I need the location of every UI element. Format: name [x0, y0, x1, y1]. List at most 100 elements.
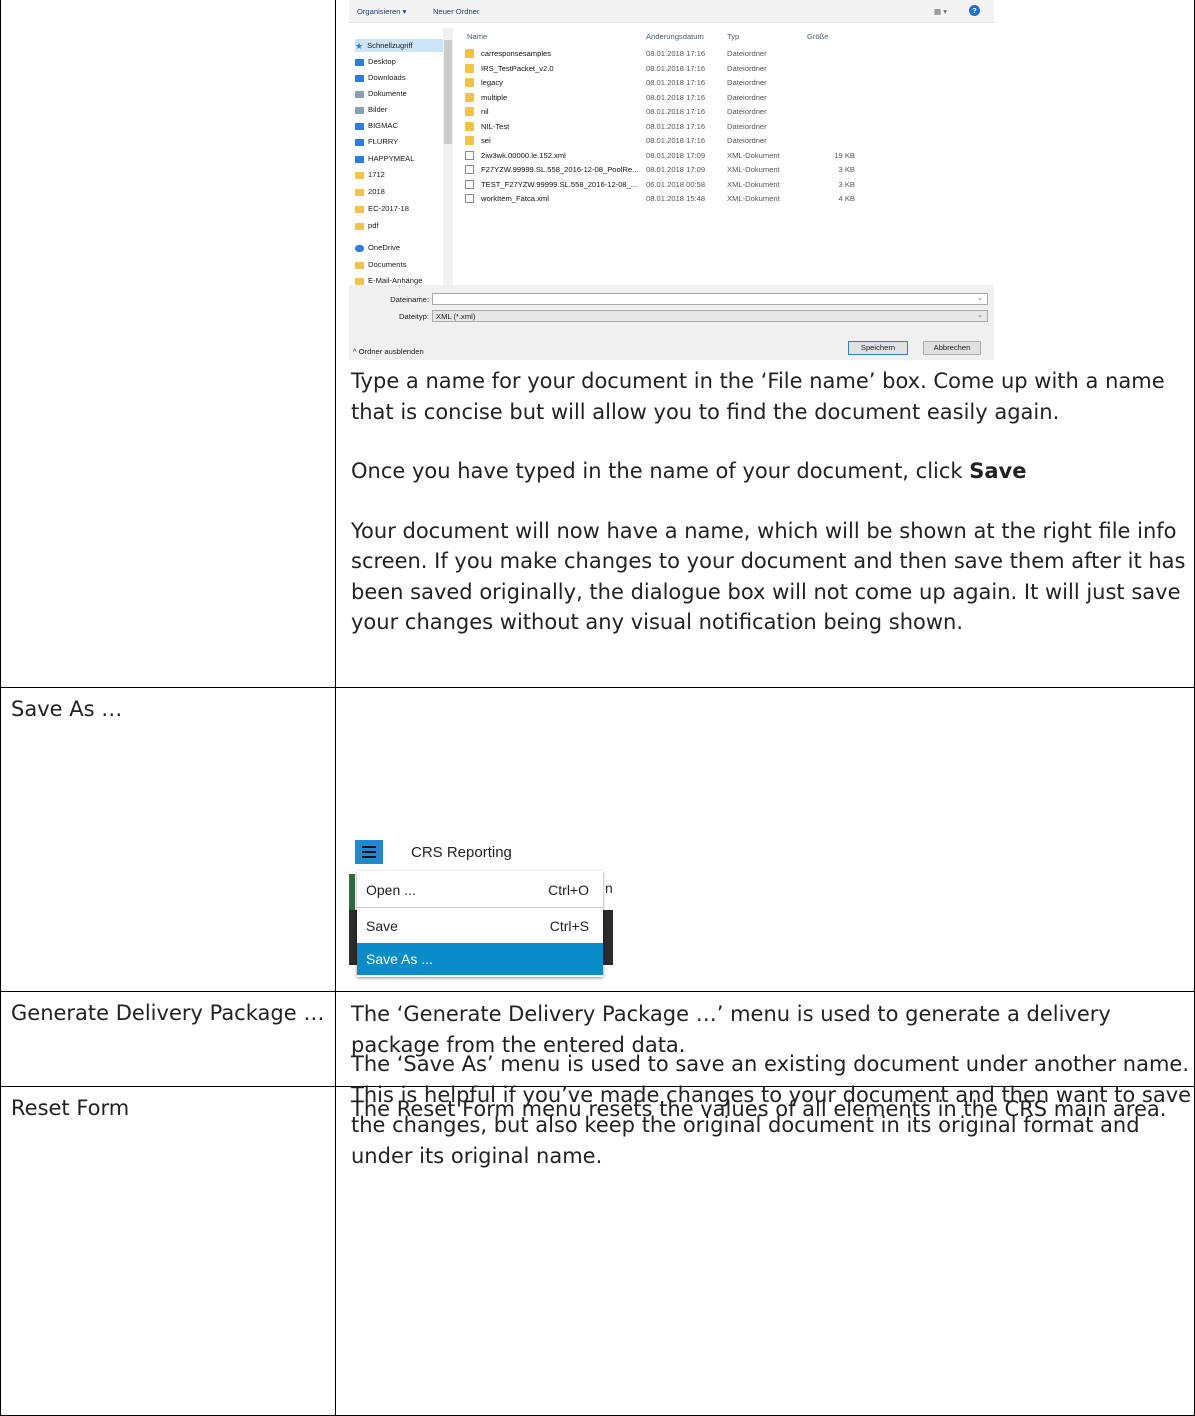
file-row[interactable]: IRS_TestPacket_v2.0 08.01.2018 17:16 Datei… [455, 62, 994, 76]
folder-icon [465, 136, 474, 145]
nav-item-downloads[interactable]: Downloads [355, 71, 406, 84]
filetype-select[interactable]: XML (*.xml) ⌄ [432, 310, 988, 322]
nav-item-flurry[interactable]: FLURRY [355, 135, 398, 148]
folder-icon [465, 121, 474, 131]
desktop-icon [355, 58, 364, 66]
xml-file-icon [465, 150, 474, 160]
column-size[interactable]: Größe [807, 32, 829, 41]
nav-item-documents[interactable]: Dokumente [355, 87, 407, 100]
file-row[interactable]: 2iw3wk.00000.le.152.xml 08.01.2018 17:09 X… [455, 149, 994, 163]
column-type[interactable]: Typ [727, 32, 739, 41]
crs-menu-screenshot: CRS Reporting n Open ... Ctrl+O Save Ctrl+… [349, 828, 613, 982]
file-row[interactable]: legacy 08.01.2018 17:16 Dateiordner [455, 76, 994, 90]
file-name: IRS_TestPacket_v2.0 [481, 63, 554, 73]
save-button[interactable]: Speichern [848, 341, 908, 355]
hide-folders-toggle[interactable]: ^ Ordner ausblenden [353, 347, 424, 356]
pictures-icon [355, 106, 364, 114]
file-row[interactable]: workItem_Fatca.xml 08.01.2018 15:48 XML-Do… [455, 192, 994, 206]
computer-icon [355, 138, 364, 146]
menu-item-open[interactable]: Open ... Ctrl+O [357, 874, 603, 906]
file-date: 08.01.2018 17:16 [646, 49, 706, 58]
nav-item-bigmac[interactable]: BIGMAC [355, 119, 398, 132]
file-name: F27YZW.99999.SL.558_2016-12-08_PoolRe... [481, 165, 639, 174]
file-row[interactable]: nil 08.01.2018 17:16 Dateiordner [455, 105, 994, 119]
nav-item-happymeal[interactable]: HAPPYMEAL [355, 152, 414, 165]
nav-item-pictures[interactable]: Bilder [355, 103, 387, 116]
file-name: nil [481, 107, 489, 116]
nav-item-onedrive-documents[interactable]: Documents [355, 258, 406, 271]
chevron-down-icon[interactable]: ⌄ [977, 311, 983, 319]
cloud-icon [355, 244, 364, 252]
file-menu-dropdown: Open ... Ctrl+O Save Ctrl+S Save As ... [357, 871, 603, 977]
menu-divider [357, 907, 603, 908]
background-strip [349, 874, 355, 910]
view-options-icon[interactable]: ▦ ▾ [934, 7, 947, 16]
chevron-down-icon[interactable]: ⌄ [977, 294, 983, 302]
paragraph-file-name: Type a name for your document in the ‘Fi… [351, 369, 1165, 424]
folder-icon [355, 261, 364, 269]
background-partial-text: n [605, 880, 613, 896]
nav-scrollbar[interactable] [443, 28, 453, 285]
file-row[interactable]: multiple 08.01.2018 17:16 Dateiordner [455, 91, 994, 105]
file-type: Dateiordner [727, 49, 767, 58]
file-name: NIL-Test [481, 121, 510, 131]
row1-left-cell [0, 0, 336, 688]
paragraph-click-save: Once you have typed in the name of your … [351, 459, 1027, 483]
folder-icon [355, 277, 364, 285]
xml-file-icon [465, 194, 474, 203]
menu-item-save[interactable]: Save Ctrl+S [357, 910, 603, 942]
file-type: XML-Dokument [727, 179, 780, 189]
filename-label: Dateiname: [390, 295, 429, 304]
file-size: 3 KB [838, 165, 855, 174]
nav-item-quick-access[interactable]: ★ Schnellzugriff [355, 39, 445, 52]
file-size: 3 KB [838, 179, 855, 189]
reset-form-description: The Reset Form menu resets the values of… [351, 1097, 1167, 1121]
navigation-pane: ★ Schnellzugriff Desktop Downloads Dokume… [349, 28, 453, 285]
nav-item-desktop[interactable]: Desktop [355, 55, 396, 68]
file-list: Name Änderungsdatum Typ Größe carrespons… [455, 28, 994, 285]
help-icon[interactable]: ? [969, 5, 980, 16]
new-folder-button[interactable]: Neuer Ordner [433, 7, 479, 16]
app-title: CRS Reporting [411, 844, 512, 861]
file-name: workItem_Fatca.xml [481, 194, 549, 203]
file-row[interactable]: sei 08.01.2018 17:16 Dateiordner [455, 134, 994, 148]
menu-item-save-as[interactable]: Save As ... [357, 943, 603, 975]
file-row[interactable]: carresponsesamples 08.01.2018 17:16 Dateio… [455, 47, 994, 61]
column-name[interactable]: Name [467, 32, 487, 41]
save-instructions: Type a name for your document in the ‘Fi… [335, 366, 1195, 667]
save-dialog-screenshot: Organisieren ▾ Neuer Ordner ▦ ▾ ? ★ Schne… [349, 0, 994, 360]
nav-item-onedrive[interactable]: OneDrive [355, 241, 400, 254]
cancel-button[interactable]: Abbrechen [923, 341, 981, 355]
file-date: 08.01.2018 17:16 [646, 107, 706, 116]
paragraph-document-name: Your document will now have a name, whic… [351, 518, 1186, 635]
row-label-save-as: Save As … [0, 687, 336, 992]
app-bar: CRS Reporting [349, 828, 613, 874]
column-date[interactable]: Änderungsdatum [646, 32, 704, 41]
generate-delivery-description: The ‘Generate Delivery Package …’ menu i… [351, 1002, 1111, 1057]
file-row[interactable]: TEST_F27YZW.99999.SL.558_2016-12-08_... 0… [455, 178, 994, 192]
organize-button[interactable]: Organisieren ▾ [357, 7, 406, 16]
file-row[interactable]: NIL-Test 08.01.2018 17:16 Dateiordner [455, 120, 994, 134]
file-row[interactable]: F27YZW.99999.SL.558_2016-12-08_PoolRe...… [455, 163, 994, 177]
filename-input[interactable]: ⌄ [432, 293, 988, 305]
file-date: 08.01.2018 17:16 [646, 63, 706, 73]
file-date: 08.01.2018 15:48 [646, 194, 706, 203]
xml-file-icon [465, 165, 474, 174]
folder-icon [465, 92, 474, 102]
download-icon [355, 74, 364, 82]
folder-icon [355, 205, 364, 213]
xml-file-icon [465, 179, 474, 189]
nav-item-pdf[interactable]: pdf [355, 219, 379, 232]
folder-icon [465, 78, 474, 87]
folder-icon [465, 63, 474, 73]
hamburger-menu-icon[interactable] [355, 840, 383, 864]
nav-item-1712[interactable]: 1712 [355, 168, 385, 181]
file-type: XML-Dokument [727, 150, 780, 160]
nav-scrollbar-thumb[interactable] [444, 40, 452, 144]
file-date: 08.01.2018 17:16 [646, 136, 706, 145]
file-date: 08.01.2018 17:16 [646, 92, 706, 102]
file-type: Dateiordner [727, 136, 767, 145]
file-type: Dateiordner [727, 92, 767, 102]
nav-item-2018[interactable]: 2018 [355, 185, 385, 198]
nav-item-ec-2017-18[interactable]: EC-2017-18 [355, 202, 409, 215]
